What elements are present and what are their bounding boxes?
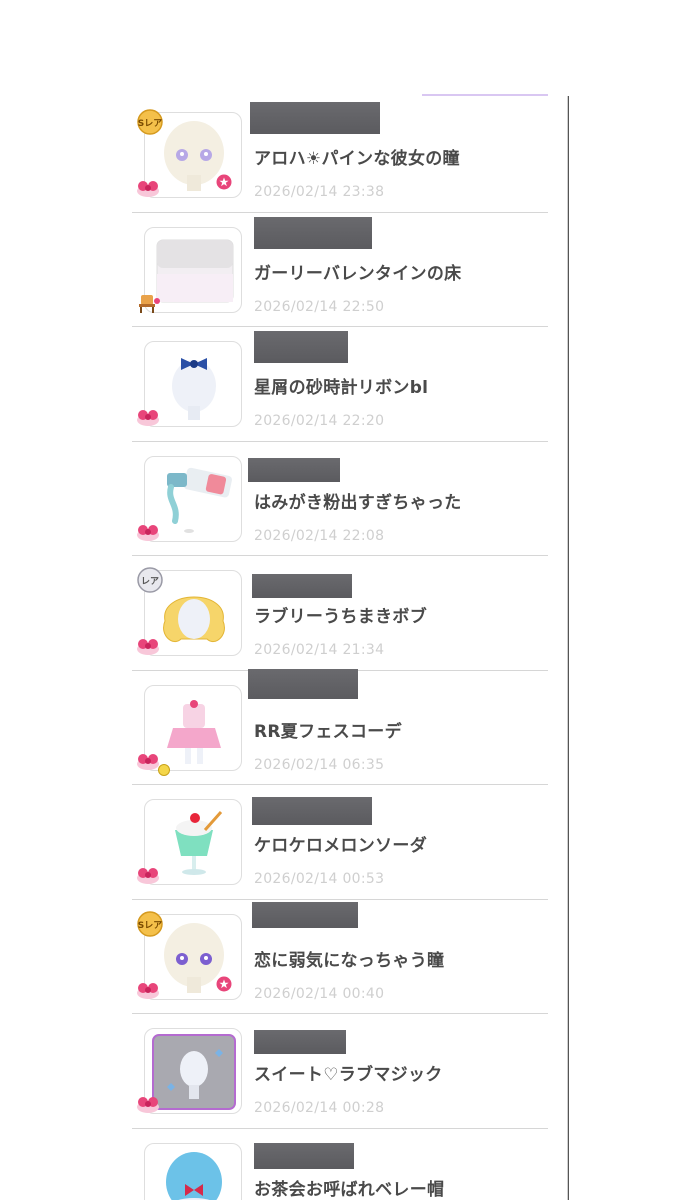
list-item[interactable]: 星屑の砂時計リボンbl 2026/02/14 22:20 [132,327,548,442]
list-item[interactable]: スイート♡ラブマジック 2026/02/14 00:28 [132,1014,548,1129]
rare-badge-icon: レア [136,566,164,594]
item-thumbnail[interactable] [144,1142,242,1200]
list-item[interactable]: お茶会お呼ばれベレー帽 [132,1129,548,1200]
item-title: ケロケロメロンソーダ [254,836,427,856]
tab-indicator [422,94,548,96]
gift-bow-icon [135,176,161,198]
list-item[interactable]: Sレア 恋に弱気になっちゃう瞳 2026/02/14 00:40 [132,900,548,1014]
list-item[interactable]: はみがき粉出すぎちゃった 2026/02/14 22:08 [132,442,548,556]
item-date: 2026/02/14 00:28 [254,1100,385,1116]
beret-item-icon [166,1151,222,1200]
item-title: はみがき粉出すぎちゃった [254,492,462,513]
item-date: 2026/02/14 21:34 [254,642,385,658]
gift-bow-icon [135,1092,161,1114]
list-item[interactable]: RR夏フェスコーデ 2026/02/14 06:35 [132,668,548,785]
redacted-sender-name [254,331,348,363]
item-date: 2026/02/14 00:40 [254,985,385,1002]
gift-bow-icon [135,634,161,656]
redacted-sender-name [254,216,372,249]
redacted-sender-name [248,457,340,482]
svg-text:レア: レア [141,576,159,587]
item-date: 2026/02/14 06:35 [254,756,385,773]
list-item[interactable]: Sレア アロハ☀パインな彼女の瞳 2026/02/14 23:38 [132,98,548,213]
svg-text:Sレア: Sレア [138,118,162,129]
redacted-sender-name [254,1142,354,1169]
star-mark-icon [216,976,232,992]
s-rare-badge-icon: Sレア [136,108,164,136]
s-rare-badge-icon: Sレア [136,910,164,938]
item-date: 2026/02/14 23:38 [254,184,385,200]
redacted-sender-name [250,102,380,134]
furniture-chair-icon [135,291,161,313]
item-title: アロハ☀パインな彼女の瞳 [254,149,460,169]
gift-history-list: Sレア アロハ☀パインな彼女の瞳 2026/02/14 23:38 ガーリーバレ… [132,98,548,1200]
list-item[interactable]: ガーリーバレンタインの床 2026/02/14 22:50 [132,213,548,327]
item-date: 2026/02/14 22:50 [254,298,385,315]
list-item[interactable]: レア ラブリーうちまきボブ 2026/02/14 21:34 [132,556,548,671]
star-mark-icon [216,174,232,190]
redacted-sender-name [252,797,372,825]
redacted-sender-name [248,668,358,699]
item-title: ラブリーうちまきボブ [254,607,427,627]
gift-bow-icon [135,863,161,885]
item-title: お茶会お呼ばれベレー帽 [254,1179,445,1200]
gift-bow-icon [135,978,161,1000]
item-title: スイート♡ラブマジック [254,1065,443,1085]
item-date: 2026/02/14 22:08 [254,527,385,544]
coin-icon [158,761,170,776]
redacted-sender-name [252,574,352,598]
item-date: 2026/02/14 22:20 [254,413,385,429]
svg-text:Sレア: Sレア [138,920,162,931]
item-date: 2026/02/14 00:53 [254,871,385,887]
item-title: 星屑の砂時計リボンbl [254,378,429,398]
redacted-sender-name [254,1030,346,1054]
panel-border [568,96,569,1200]
item-title: 恋に弱気になっちゃう瞳 [254,950,445,971]
gift-bow-icon [135,520,161,542]
item-title: RR夏フェスコーデ [254,721,402,742]
item-title: ガーリーバレンタインの床 [254,263,462,284]
redacted-sender-name [252,901,358,928]
gift-bow-icon [135,405,161,427]
list-item[interactable]: ケロケロメロンソーダ 2026/02/14 00:53 [132,785,548,900]
